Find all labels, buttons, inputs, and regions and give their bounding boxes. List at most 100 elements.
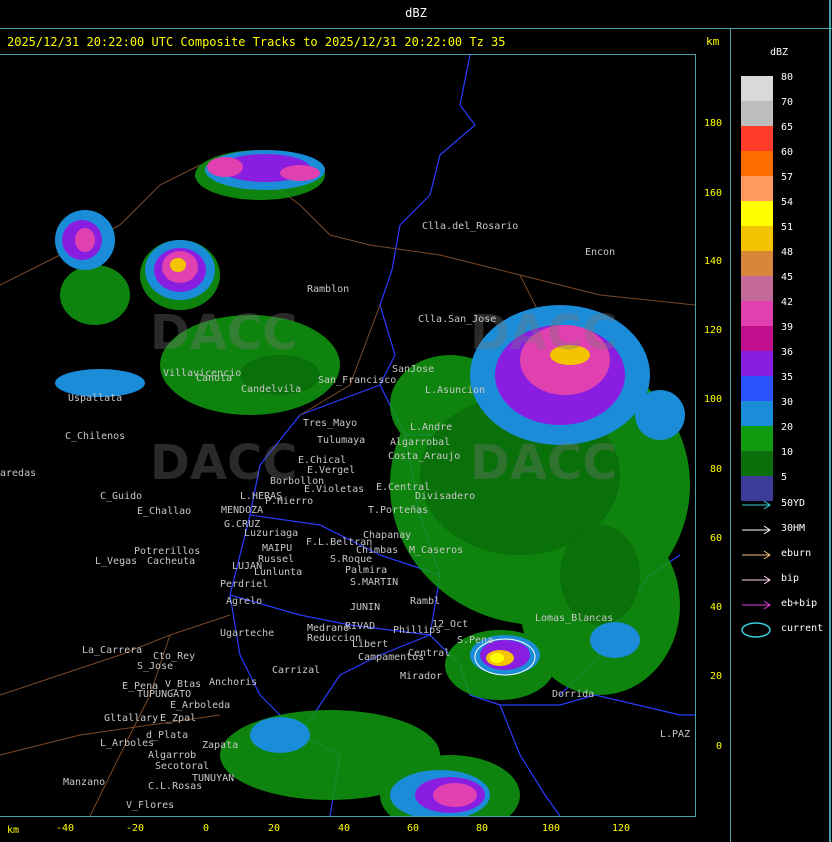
radar-map[interactable]: DACC DACC DACC DACC Clla.del_Rosario Enc… bbox=[0, 54, 696, 817]
place-label: SanJose bbox=[392, 364, 435, 375]
legend-level-label: 20 bbox=[781, 422, 794, 433]
place-label: Divisadero bbox=[415, 491, 476, 502]
legend-level-label: 45 bbox=[781, 272, 794, 283]
place-label: E.Vergel bbox=[307, 465, 356, 476]
track-key-eburn bbox=[740, 547, 774, 563]
legend-swatch bbox=[741, 301, 773, 326]
legend-level-label: 42 bbox=[781, 297, 794, 308]
place-label: JUNIN bbox=[350, 602, 381, 613]
arrow-right-icon bbox=[742, 550, 771, 560]
place-label: E_Challao bbox=[137, 506, 192, 517]
place-label: 12_Oct bbox=[432, 619, 469, 630]
place-label: Tulumaya bbox=[317, 435, 366, 446]
watermark: DACC bbox=[150, 305, 298, 361]
legend-swatch bbox=[741, 76, 773, 101]
place-label: Luzuriaga bbox=[244, 528, 299, 539]
y-tick-label: 60 bbox=[709, 533, 722, 544]
place-label: Russel bbox=[258, 554, 295, 565]
place-label: Gltallary bbox=[104, 713, 159, 724]
legend-swatch bbox=[741, 426, 773, 451]
legend-title: dBZ bbox=[770, 47, 789, 58]
place-label: Costa_Araujo bbox=[388, 451, 461, 462]
track-key-bip bbox=[740, 572, 774, 588]
place-label: E.Violetas bbox=[304, 484, 365, 495]
y-tick-label: 180 bbox=[703, 118, 722, 129]
place-label: Manzano bbox=[63, 777, 106, 788]
place-label: M_Caseros bbox=[409, 545, 464, 556]
x-tick-label: 40 bbox=[338, 823, 351, 834]
place-label: F.L.Beltran bbox=[306, 537, 373, 548]
y-tick-label: 140 bbox=[703, 256, 722, 267]
legend-swatch bbox=[741, 101, 773, 126]
place-label: MAIPU bbox=[262, 543, 293, 554]
place-label: Candelvila bbox=[241, 384, 302, 395]
place-label: Lomas_Blancas bbox=[535, 613, 614, 624]
place-label: aredas bbox=[0, 468, 37, 479]
place-label: S.Roque bbox=[330, 554, 373, 565]
legend-level-label: 39 bbox=[781, 322, 794, 333]
place-label: Algarrob bbox=[148, 750, 197, 761]
km-axis-label: km bbox=[7, 825, 20, 836]
track-key-current bbox=[740, 622, 774, 638]
legend-level-label: 54 bbox=[781, 197, 794, 208]
legend-level-label: 5 bbox=[781, 472, 788, 483]
dbz-color-legend bbox=[741, 76, 773, 501]
legend-level-label: 60 bbox=[781, 147, 794, 158]
legend-swatch bbox=[741, 376, 773, 401]
place-label: La_Carrera bbox=[82, 645, 143, 656]
place-label: L.Andre bbox=[410, 422, 453, 433]
place-label: Clla.San_Jose bbox=[418, 314, 497, 325]
legend-level-label: 35 bbox=[781, 372, 794, 383]
place-label: Secotoral bbox=[155, 761, 210, 772]
place-label: Anchoris bbox=[209, 677, 258, 688]
place-label: Zapata bbox=[202, 740, 239, 751]
current-ellipse-icon bbox=[741, 622, 771, 638]
place-label: L.PAZ bbox=[660, 729, 691, 740]
legend-swatch bbox=[741, 251, 773, 276]
place-label: Cacheuta bbox=[147, 556, 196, 567]
place-label: TUPUNGATO bbox=[137, 689, 192, 700]
place-label: V_Flores bbox=[126, 800, 175, 811]
legend-swatch bbox=[741, 351, 773, 376]
place-label: Canota bbox=[196, 373, 233, 384]
y-tick-label: 120 bbox=[703, 325, 722, 336]
place-label: Clla.del_Rosario bbox=[422, 221, 519, 232]
y-tick-label: 20 bbox=[709, 671, 722, 682]
track-key-30HM bbox=[740, 522, 774, 538]
place-label: Uspallata bbox=[68, 393, 123, 404]
watermark: DACC bbox=[470, 435, 618, 491]
place-label: C_Chilenos bbox=[65, 431, 126, 442]
place-label: Dorrida bbox=[552, 689, 595, 700]
arrow-right-icon bbox=[742, 500, 771, 510]
echo-54 bbox=[490, 653, 504, 663]
y-tick-label: 80 bbox=[709, 464, 722, 475]
legend-level-label: 48 bbox=[781, 247, 794, 258]
x-tick-label: -20 bbox=[126, 823, 145, 834]
track-title: 2025/12/31 20:22:00 UTC Composite Tracks… bbox=[7, 35, 506, 49]
place-label: Ramblon bbox=[307, 284, 350, 295]
legend-swatch bbox=[741, 226, 773, 251]
place-label: Perdriel bbox=[220, 579, 269, 590]
window-border-right bbox=[829, 0, 831, 842]
place-label: Carrizal bbox=[272, 665, 321, 676]
place-label: Lunlunta bbox=[254, 567, 303, 578]
legend-swatch bbox=[741, 326, 773, 351]
legend-level-label: 51 bbox=[781, 222, 794, 233]
track-key-label: current bbox=[781, 623, 824, 634]
place-label: MENDOZA bbox=[221, 505, 264, 516]
place-label: S.MARTIN bbox=[350, 577, 399, 588]
window-titlebar: dBZ bbox=[0, 0, 832, 29]
place-label: Algarrobal bbox=[390, 437, 451, 448]
place-label: Libert bbox=[352, 639, 389, 650]
place-label: Palmira bbox=[345, 565, 388, 576]
x-tick-label: 80 bbox=[476, 823, 489, 834]
x-tick-label: -40 bbox=[56, 823, 75, 834]
place-label: Tres_Mayo bbox=[303, 418, 358, 429]
legend-swatch bbox=[741, 126, 773, 151]
y-tick-label: 160 bbox=[703, 188, 722, 199]
place-label: S_Jose bbox=[137, 661, 174, 672]
place-label: E_Arboleda bbox=[170, 700, 231, 711]
window-title: dBZ bbox=[405, 6, 427, 20]
place-label: Encon bbox=[585, 247, 616, 258]
legend-level-label: 80 bbox=[781, 72, 794, 83]
